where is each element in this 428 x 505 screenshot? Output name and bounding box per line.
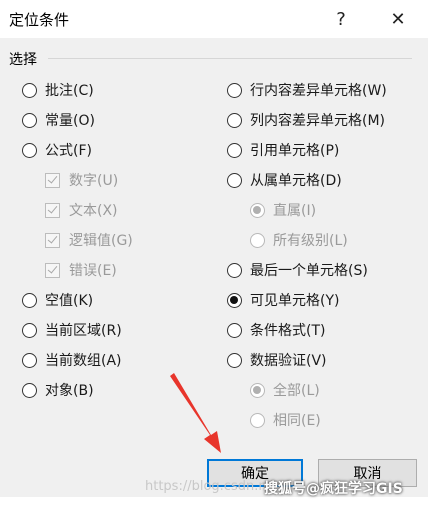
watermark-source: 搜狐号@疯狂学习GIS [264,481,403,497]
arrow-shape [170,373,221,453]
watermark-url: https://blog.csdn.net [145,479,280,494]
annotation-arrow-icon [170,373,221,453]
bottom-strip [0,497,428,505]
